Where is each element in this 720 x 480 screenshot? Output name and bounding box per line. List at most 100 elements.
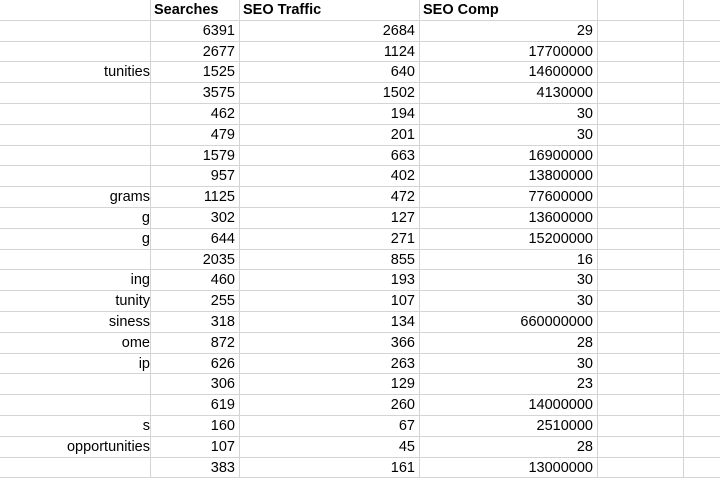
searches-cell[interactable]: 3575 bbox=[151, 83, 240, 104]
header-cell-empty[interactable] bbox=[684, 0, 720, 21]
seo-comp-cell[interactable]: 28 bbox=[420, 436, 598, 458]
seo-traffic-cell[interactable]: 263 bbox=[240, 353, 420, 375]
seo-traffic-cell[interactable]: 127 bbox=[240, 208, 420, 229]
searches-cell[interactable]: 255 bbox=[151, 291, 240, 312]
empty-cell[interactable] bbox=[684, 229, 720, 250]
seo-traffic-cell[interactable]: 134 bbox=[240, 312, 420, 333]
seo-comp-cell[interactable]: 28 bbox=[420, 332, 598, 354]
empty-cell[interactable] bbox=[684, 83, 720, 104]
searches-cell[interactable]: 872 bbox=[151, 332, 240, 354]
empty-cell[interactable] bbox=[684, 374, 720, 396]
empty-cell[interactable] bbox=[684, 437, 720, 458]
seo-comp-cell[interactable]: 29 bbox=[420, 20, 598, 42]
empty-cell[interactable] bbox=[684, 333, 720, 354]
empty-cell[interactable] bbox=[598, 166, 684, 188]
searches-cell[interactable]: 2035 bbox=[151, 249, 240, 271]
seo-comp-cell[interactable]: 14600000 bbox=[420, 62, 598, 84]
header-cell-seo-traffic[interactable]: SEO Traffic bbox=[240, 0, 420, 21]
searches-cell[interactable]: 383 bbox=[151, 457, 240, 479]
header-cell-empty[interactable] bbox=[598, 0, 684, 21]
keyword-cell[interactable] bbox=[0, 41, 151, 63]
seo-traffic-cell[interactable]: 194 bbox=[240, 104, 420, 125]
empty-cell[interactable] bbox=[598, 395, 684, 416]
keyword-cell[interactable]: ome bbox=[0, 332, 151, 354]
keyword-cell[interactable] bbox=[0, 83, 151, 104]
keyword-cell[interactable]: grams bbox=[0, 187, 151, 208]
searches-cell[interactable]: 2677 bbox=[151, 41, 240, 63]
seo-traffic-cell[interactable]: 640 bbox=[240, 62, 420, 84]
seo-comp-cell[interactable]: 30 bbox=[420, 104, 598, 125]
searches-cell[interactable]: 626 bbox=[151, 353, 240, 375]
seo-comp-cell[interactable]: 4130000 bbox=[420, 83, 598, 104]
searches-cell[interactable]: 644 bbox=[151, 228, 240, 250]
empty-cell[interactable] bbox=[684, 125, 720, 146]
empty-cell[interactable] bbox=[598, 332, 684, 354]
searches-cell[interactable]: 1579 bbox=[151, 145, 240, 167]
empty-cell[interactable] bbox=[598, 416, 684, 437]
keyword-cell[interactable] bbox=[0, 145, 151, 167]
seo-traffic-cell[interactable]: 472 bbox=[240, 187, 420, 208]
searches-cell[interactable]: 107 bbox=[151, 436, 240, 458]
seo-comp-cell[interactable]: 16 bbox=[420, 249, 598, 271]
seo-traffic-cell[interactable]: 1124 bbox=[240, 41, 420, 63]
seo-comp-cell[interactable]: 17700000 bbox=[420, 41, 598, 63]
empty-cell[interactable] bbox=[684, 270, 720, 292]
keyword-cell[interactable] bbox=[0, 374, 151, 396]
seo-traffic-cell[interactable]: 271 bbox=[240, 228, 420, 250]
keyword-cell[interactable]: ing bbox=[0, 270, 151, 292]
searches-cell[interactable]: 619 bbox=[151, 395, 240, 416]
searches-cell[interactable]: 957 bbox=[151, 166, 240, 188]
searches-cell[interactable]: 6391 bbox=[151, 20, 240, 42]
searches-cell[interactable]: 460 bbox=[151, 270, 240, 292]
keyword-cell[interactable] bbox=[0, 20, 151, 42]
keyword-cell[interactable]: ip bbox=[0, 353, 151, 375]
empty-cell[interactable] bbox=[684, 166, 720, 188]
empty-cell[interactable] bbox=[598, 124, 684, 146]
keyword-cell[interactable]: g bbox=[0, 208, 151, 229]
empty-cell[interactable] bbox=[598, 374, 684, 396]
searches-cell[interactable]: 318 bbox=[151, 312, 240, 333]
empty-cell[interactable] bbox=[684, 291, 720, 312]
empty-cell[interactable] bbox=[598, 249, 684, 271]
empty-cell[interactable] bbox=[598, 208, 684, 229]
empty-cell[interactable] bbox=[684, 21, 720, 42]
seo-comp-cell[interactable]: 77600000 bbox=[420, 187, 598, 208]
seo-comp-cell[interactable]: 30 bbox=[420, 353, 598, 375]
empty-cell[interactable] bbox=[598, 41, 684, 63]
empty-cell[interactable] bbox=[598, 145, 684, 167]
seo-traffic-cell[interactable]: 663 bbox=[240, 145, 420, 167]
seo-comp-cell[interactable]: 660000000 bbox=[420, 312, 598, 333]
searches-cell[interactable]: 306 bbox=[151, 374, 240, 396]
seo-comp-cell[interactable]: 16900000 bbox=[420, 145, 598, 167]
keyword-cell[interactable]: tunity bbox=[0, 291, 151, 312]
seo-traffic-cell[interactable]: 1502 bbox=[240, 83, 420, 104]
empty-cell[interactable] bbox=[684, 312, 720, 333]
empty-cell[interactable] bbox=[598, 291, 684, 312]
keyword-cell[interactable] bbox=[0, 395, 151, 416]
seo-comp-cell[interactable]: 15200000 bbox=[420, 228, 598, 250]
empty-cell[interactable] bbox=[684, 354, 720, 375]
searches-cell[interactable]: 1525 bbox=[151, 62, 240, 84]
header-cell-keyword[interactable] bbox=[0, 0, 151, 21]
keyword-cell[interactable] bbox=[0, 166, 151, 188]
empty-cell[interactable] bbox=[684, 416, 720, 437]
empty-cell[interactable] bbox=[598, 187, 684, 208]
seo-comp-cell[interactable]: 13000000 bbox=[420, 457, 598, 479]
keyword-cell[interactable]: opportunities bbox=[0, 436, 151, 458]
empty-cell[interactable] bbox=[684, 62, 720, 84]
seo-traffic-cell[interactable]: 193 bbox=[240, 270, 420, 292]
empty-cell[interactable] bbox=[598, 436, 684, 458]
searches-cell[interactable]: 1125 bbox=[151, 187, 240, 208]
seo-comp-cell[interactable]: 30 bbox=[420, 124, 598, 146]
empty-cell[interactable] bbox=[598, 457, 684, 479]
seo-comp-cell[interactable]: 13600000 bbox=[420, 208, 598, 229]
seo-traffic-cell[interactable]: 161 bbox=[240, 457, 420, 479]
seo-traffic-cell[interactable]: 260 bbox=[240, 395, 420, 416]
empty-cell[interactable] bbox=[684, 187, 720, 208]
keyword-cell[interactable] bbox=[0, 249, 151, 271]
seo-traffic-cell[interactable]: 2684 bbox=[240, 20, 420, 42]
keyword-cell[interactable] bbox=[0, 457, 151, 479]
seo-comp-cell[interactable]: 30 bbox=[420, 270, 598, 292]
seo-traffic-cell[interactable]: 107 bbox=[240, 291, 420, 312]
empty-cell[interactable] bbox=[684, 146, 720, 167]
